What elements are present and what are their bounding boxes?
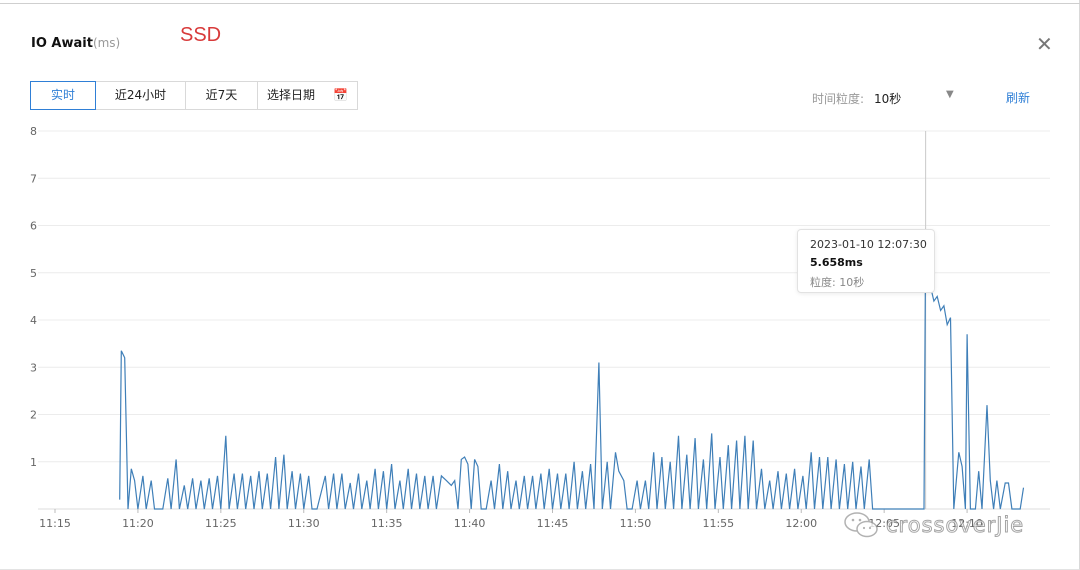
y-tick-label: 6 [30, 220, 37, 233]
x-tick-label: 11:15 [39, 517, 71, 530]
x-tick-label: 11:20 [122, 517, 154, 530]
x-tick-label: 11:25 [205, 517, 237, 530]
data-tooltip: 2023-01-10 12:07:30 5.658ms 粒度: 10秒 [797, 229, 935, 293]
y-tick-label: 8 [30, 125, 37, 138]
tooltip-time: 2023-01-10 12:07:30 [810, 238, 927, 251]
y-tick-label: 7 [30, 172, 37, 185]
watermark-text: crossoverJie [885, 513, 1025, 538]
y-tick-label: 3 [30, 361, 37, 374]
tooltip-value: 5.658ms [810, 256, 863, 269]
y-tick-label: 1 [30, 456, 37, 469]
y-tick-label: 2 [30, 409, 37, 422]
wechat-icon [844, 512, 878, 538]
x-tick-label: 11:30 [288, 517, 320, 530]
watermark: crossoverJie [842, 510, 1024, 540]
y-tick-label: 5 [30, 267, 37, 280]
chart-grid [38, 130, 1050, 510]
y-tick-label: 4 [30, 314, 37, 327]
x-tick-label: 11:45 [537, 517, 569, 530]
x-tick-label: 12:00 [785, 517, 817, 530]
x-tick-label: 11:50 [620, 517, 652, 530]
x-tick-label: 11:55 [702, 517, 734, 530]
x-tick-label: 11:40 [454, 517, 486, 530]
y-axis-labels: 1 2 3 4 5 6 7 8 [30, 125, 37, 469]
x-tick-label: 11:35 [371, 517, 403, 530]
tooltip-granularity: 粒度: 10秒 [810, 276, 865, 289]
